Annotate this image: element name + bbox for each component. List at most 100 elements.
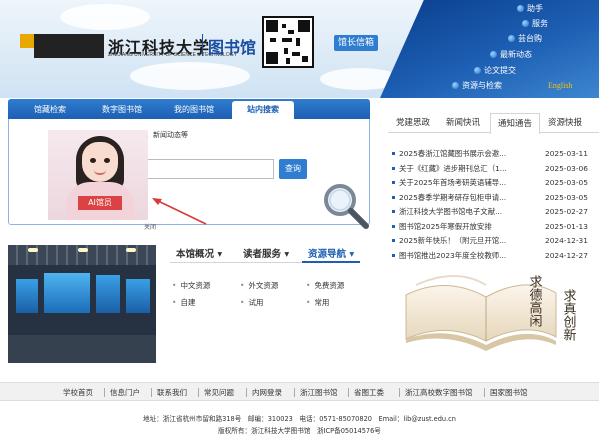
resource-free[interactable]: 免费资源 — [306, 280, 344, 291]
header-link-news[interactable]: 最新动态 — [490, 49, 532, 60]
ai-librarian-label[interactable]: AI馆员 — [78, 196, 122, 210]
magnifier-icon — [324, 184, 369, 229]
tab-party-building[interactable]: 党建思政 — [388, 113, 438, 133]
bullet-icon — [392, 152, 395, 155]
logo-mark — [20, 34, 34, 48]
bullet-icon — [517, 5, 524, 12]
cloud-decoration — [130, 62, 250, 90]
university-logo[interactable]: 浙江科技大学 ZHEJIANG UNIVERSITY OF SCIENCE & … — [20, 34, 256, 58]
tab-digital-library[interactable]: 数字图书馆 — [86, 101, 158, 119]
search-tabs: 馆藏检索 数字图书馆 我的图书馆 站内搜索 — [8, 99, 370, 119]
news-item[interactable]: 关于《红藏》进步期刊总汇（1... 2025-03-06 — [392, 162, 592, 175]
pointer-arrow-icon — [152, 198, 207, 225]
book-illustration: 求德高闲 求真创新 — [405, 275, 577, 351]
section-reader-service[interactable]: 读者服务 ▾ — [243, 246, 289, 260]
news-item[interactable]: 2025新年快乐！（附元旦开馆... 2024-12-31 — [392, 234, 592, 247]
news-item-title: 图书馆推出2023年度全校教师... — [399, 250, 507, 260]
footer-link[interactable]: 浙江图书馆 — [300, 383, 338, 402]
footer-link[interactable]: 浙江高校数字图书馆 — [405, 383, 473, 402]
news-item-title: 图书馆2025年寒假开放安排 — [399, 221, 492, 231]
section-active-underline — [302, 261, 360, 263]
site-header: 浙江科技大学 ZHEJIANG UNIVERSITY OF SCIENCE & … — [0, 0, 599, 98]
search-input[interactable] — [146, 159, 274, 179]
footer-separator — [151, 388, 152, 397]
footer-link[interactable]: 国家图书馆 — [490, 383, 528, 402]
bullet-icon — [392, 181, 395, 184]
news-item-title: 关于2025年首场考研英语辅导... — [399, 178, 507, 187]
page: 浙江科技大学 ZHEJIANG UNIVERSITY OF SCIENCE & … — [0, 0, 599, 439]
news-item-title: 2025春季学期考研存包柜申请... — [399, 192, 507, 202]
calligraphy-motto: 求真创新 — [561, 289, 577, 341]
resource-trial[interactable]: 试用 — [240, 297, 263, 308]
news-item[interactable]: 浙江科技大学图书馆电子文献... 2025-02-27 — [392, 205, 592, 218]
header-link-resources[interactable]: 资源与检索 — [452, 80, 502, 91]
news-item[interactable]: 图书馆推出2023年度全校教师... 2024-12-27 — [392, 249, 592, 262]
tab-site-search[interactable]: 站内搜索 — [232, 101, 294, 119]
footer-separator — [484, 388, 485, 397]
news-item-title: 浙江科技大学图书馆电子文献... — [399, 207, 503, 216]
news-item-title: 2025春浙江馆藏图书展示会邀... — [399, 149, 507, 158]
news-item[interactable]: 关于2025年首场考研英语辅导... 2025-03-05 — [392, 176, 592, 189]
news-item-date: 2024-12-31 — [545, 236, 588, 245]
news-item-date: 2024-12-27 — [545, 250, 588, 260]
footer-link[interactable]: 内网登录 — [252, 383, 282, 402]
footer-separator — [399, 388, 400, 397]
footer-address: 地址：浙江省杭州市留和路318号 邮编：310023 电话：0571-85070… — [143, 415, 456, 423]
footer-link[interactable]: 省图工委 — [354, 383, 384, 402]
resource-self-built[interactable]: 自建 — [172, 297, 195, 308]
header-link-service[interactable]: 服务 — [522, 18, 548, 29]
bullet-icon — [392, 224, 395, 228]
bullet-icon — [392, 195, 395, 199]
news-item[interactable]: 2025春季学期考研存包柜申请... 2025-03-05 — [392, 191, 592, 204]
news-item-date: 2025-01-13 — [545, 221, 588, 231]
header-link-shop[interactable]: 芸台购 — [508, 33, 542, 44]
resource-chinese[interactable]: 中文资源 — [172, 280, 210, 291]
calligraphy-motto: 求德高闲 — [527, 275, 543, 328]
news-item-date: 2025-03-05 — [545, 192, 588, 202]
tab-my-library[interactable]: 我的图书馆 — [158, 101, 230, 119]
tab-news[interactable]: 新闻快讯 — [438, 113, 488, 133]
resource-foreign[interactable]: 外文资源 — [240, 280, 278, 291]
search-hint: 、新闻动态等 — [146, 131, 188, 139]
logo-mark — [34, 34, 104, 58]
footer-separator — [104, 388, 105, 397]
news-item-date: 2025-03-05 — [545, 178, 588, 187]
logo-divider — [202, 34, 203, 56]
news-item-date: 2025-02-27 — [545, 207, 588, 216]
header-link-assistant[interactable]: 助手 — [517, 3, 543, 14]
news-item-title: 关于《红藏》进步期刊总汇（1... — [399, 163, 507, 173]
section-overview[interactable]: 本馆概况 ▾ — [176, 246, 222, 260]
footer-link[interactable]: 联系我们 — [157, 383, 187, 402]
logo-library-name: 图书馆 — [208, 38, 257, 57]
cloud-decoration — [60, 4, 150, 30]
resource-common[interactable]: 常用 — [306, 297, 329, 308]
tab-catalog-search[interactable]: 馆藏检索 — [14, 101, 86, 119]
footer-separator — [198, 388, 199, 397]
footer-separator — [246, 388, 247, 397]
bullet-icon — [452, 82, 459, 89]
footer-link[interactable]: 学校首页 — [63, 383, 93, 402]
bullet-icon — [508, 35, 515, 42]
bullet-icon — [392, 239, 395, 242]
bullet-icon — [522, 20, 529, 27]
close-button[interactable]: 关闭 — [144, 222, 156, 231]
qr-code-icon — [262, 16, 314, 68]
news-item[interactable]: 图书馆2025年寒假开放安排 2025-01-13 — [392, 220, 592, 233]
footer-link[interactable]: 常见问题 — [204, 383, 234, 402]
header-link-thesis[interactable]: 论文提交 — [474, 65, 516, 76]
section-resource-nav[interactable]: 资源导航 ▾ — [308, 246, 354, 260]
footer-copyright: 版权所有：浙江科技大学图书馆 浙ICP备05014576号 — [218, 427, 381, 435]
tab-resource-news[interactable]: 资源快报 — [540, 113, 590, 133]
news-item[interactable]: 2025春浙江馆藏图书展示会邀... 2025-03-11 — [392, 147, 592, 160]
footer-nav: 学校首页 信息门户 联系我们 常见问题 内网登录 浙江图书馆 省图工委 浙江高校数字图书馆 国家… — [0, 382, 599, 401]
english-link[interactable]: English — [548, 81, 572, 90]
footer-link[interactable]: 信息门户 — [110, 383, 140, 402]
bullet-icon — [392, 253, 395, 257]
tab-notices[interactable]: 通知通告 — [490, 113, 540, 134]
footer-separator — [348, 388, 349, 397]
curator-mailbox-button[interactable]: 馆长信箱 — [334, 35, 378, 51]
news-item-title: 2025新年快乐！（附元旦开馆... — [399, 236, 507, 245]
bullet-icon — [392, 210, 395, 213]
news-item-date: 2025-03-11 — [545, 149, 588, 158]
search-button[interactable]: 查询 — [279, 159, 307, 179]
